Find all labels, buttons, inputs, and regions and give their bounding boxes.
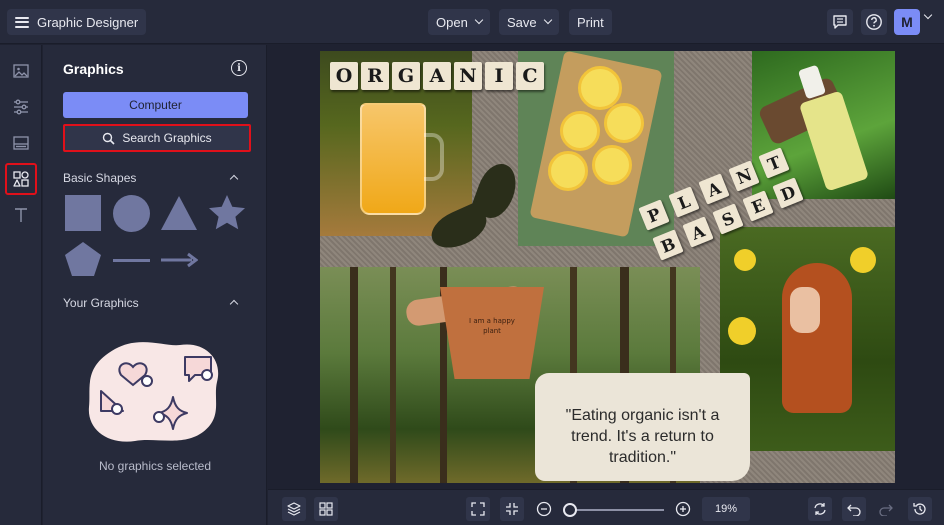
pot-text-1: I am a happy bbox=[469, 317, 515, 325]
layers-button[interactable] bbox=[282, 497, 306, 521]
save-button[interactable]: Save bbox=[499, 9, 559, 35]
app-title: Graphic Designer bbox=[37, 14, 139, 30]
fit-screen-icon bbox=[471, 502, 485, 516]
rail-item-text[interactable] bbox=[5, 199, 37, 231]
adjustments-icon bbox=[14, 99, 28, 115]
comment-button[interactable] bbox=[827, 9, 853, 35]
bottom-toolbar: 19% bbox=[268, 489, 944, 525]
letter-tile: A bbox=[423, 62, 451, 90]
print-button[interactable]: Print bbox=[569, 9, 612, 35]
graphics-panel: Graphics i Computer Search Graphics Basi… bbox=[43, 45, 267, 525]
zoom-out-icon[interactable] bbox=[536, 501, 552, 517]
grid-icon bbox=[319, 502, 333, 516]
replace-icon bbox=[814, 503, 826, 515]
letter-tile: N bbox=[454, 62, 482, 90]
pot-text-2: plant bbox=[483, 327, 501, 335]
zoom-slider-handle[interactable] bbox=[563, 503, 577, 517]
redo-button[interactable] bbox=[874, 497, 898, 521]
shapes-icon bbox=[13, 171, 29, 187]
image-icon bbox=[13, 64, 29, 78]
rail-item-adjust[interactable] bbox=[5, 91, 37, 123]
undo-button[interactable] bbox=[842, 497, 866, 521]
chevron-up-icon[interactable] bbox=[229, 299, 239, 309]
shrink-button[interactable] bbox=[500, 497, 524, 521]
shrink-icon bbox=[506, 503, 518, 515]
text-icon bbox=[15, 208, 27, 222]
zoom-slider-track[interactable] bbox=[568, 509, 664, 511]
zoom-value-text: 19% bbox=[714, 503, 738, 515]
basic-shapes-heading: Basic Shapes bbox=[63, 171, 137, 185]
comment-icon bbox=[833, 15, 847, 29]
bottle-photo bbox=[752, 51, 895, 199]
plant-pot: I am a happy plant bbox=[440, 287, 544, 379]
letter-tile: G bbox=[392, 62, 420, 90]
avatar[interactable]: M bbox=[894, 9, 920, 35]
avatar-initial: M bbox=[901, 14, 913, 30]
rail-item-graphics[interactable] bbox=[5, 163, 37, 195]
chevron-down-icon[interactable] bbox=[923, 10, 933, 20]
computer-upload-button[interactable]: Computer bbox=[63, 92, 248, 118]
history-button[interactable] bbox=[908, 497, 932, 521]
app-menu-button[interactable]: Graphic Designer bbox=[7, 9, 147, 35]
letter-tile: I bbox=[485, 62, 513, 90]
quote-line-2: trend. It's a return to bbox=[571, 428, 714, 445]
quote-line-3: tradition." bbox=[608, 449, 677, 466]
redo-icon bbox=[879, 504, 893, 516]
undo-icon bbox=[847, 504, 861, 516]
rail-item-layout[interactable] bbox=[5, 127, 37, 159]
panel-title: Graphics bbox=[63, 61, 124, 77]
shape-line[interactable] bbox=[113, 259, 150, 262]
help-icon bbox=[866, 14, 882, 30]
quote-line-1: "Eating organic isn't a bbox=[565, 407, 720, 424]
shape-square[interactable] bbox=[65, 195, 101, 231]
computer-label: Computer bbox=[129, 98, 182, 112]
fit-screen-button[interactable] bbox=[466, 497, 490, 521]
search-graphics-label: Search Graphics bbox=[122, 131, 212, 145]
tool-rail bbox=[0, 45, 42, 525]
shape-arrow[interactable] bbox=[160, 252, 198, 268]
shape-star[interactable] bbox=[207, 194, 247, 232]
save-label: Save bbox=[507, 14, 537, 30]
history-icon bbox=[913, 503, 926, 515]
shape-triangle[interactable] bbox=[160, 195, 198, 231]
shape-pentagon[interactable] bbox=[64, 241, 102, 277]
quote-card[interactable]: "Eating organic isn't a trend. It's a re… bbox=[535, 373, 750, 481]
empty-graphics-illustration bbox=[88, 342, 219, 442]
shape-circle[interactable] bbox=[113, 195, 150, 232]
chevron-down-icon bbox=[543, 15, 552, 25]
replace-button[interactable] bbox=[808, 497, 832, 521]
top-bar: Graphic Designer Open Save Print M bbox=[0, 0, 944, 44]
your-graphics-heading: Your Graphics bbox=[63, 296, 139, 310]
search-icon bbox=[103, 132, 115, 145]
chevron-up-icon[interactable] bbox=[229, 174, 239, 184]
hamburger-icon bbox=[15, 16, 29, 28]
chevron-down-icon bbox=[474, 15, 484, 25]
print-label: Print bbox=[577, 14, 604, 30]
letter-tile: O bbox=[330, 62, 358, 90]
layout-icon bbox=[13, 136, 29, 150]
rail-item-images[interactable] bbox=[5, 55, 37, 87]
search-graphics-button[interactable]: Search Graphics bbox=[63, 124, 251, 152]
info-icon[interactable]: i bbox=[231, 60, 247, 76]
open-label: Open bbox=[436, 14, 468, 30]
letter-tile: R bbox=[361, 62, 389, 90]
empty-graphics-label: No graphics selected bbox=[98, 459, 212, 473]
zoom-in-icon[interactable] bbox=[675, 501, 691, 517]
help-button[interactable] bbox=[861, 9, 887, 35]
layers-icon bbox=[287, 502, 301, 516]
grid-button[interactable] bbox=[314, 497, 338, 521]
letter-tile: C bbox=[516, 62, 544, 90]
open-button[interactable]: Open bbox=[428, 9, 490, 35]
zoom-value[interactable]: 19% bbox=[702, 497, 750, 521]
